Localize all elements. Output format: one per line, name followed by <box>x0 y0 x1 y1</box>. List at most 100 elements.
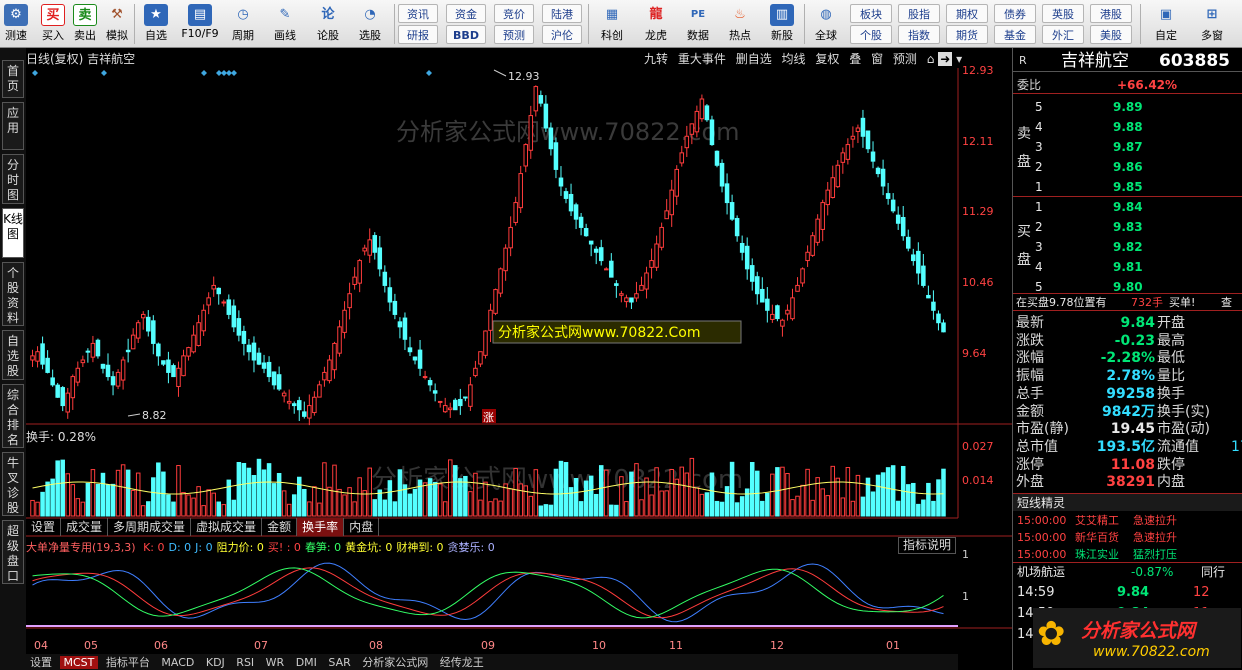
volume-bar[interactable] <box>614 504 619 517</box>
candle[interactable] <box>724 183 730 204</box>
volume-bar[interactable] <box>790 499 795 517</box>
volume-bar[interactable] <box>241 462 247 517</box>
simulate-button[interactable]: ⚒ 模拟 <box>102 2 132 46</box>
volume-bar[interactable] <box>523 485 529 517</box>
volume-bar[interactable] <box>276 473 282 517</box>
candle[interactable] <box>226 299 232 315</box>
funds2-link[interactable]: 基金 <box>994 25 1036 44</box>
candle[interactable] <box>317 384 322 398</box>
volume-bar[interactable] <box>649 494 654 517</box>
volume-bar[interactable] <box>156 462 161 517</box>
candle[interactable] <box>775 305 780 320</box>
discuss-button[interactable]: 论论股 <box>310 2 346 46</box>
remove-watchlist-button[interactable]: 删自选 <box>736 52 772 66</box>
tab-dragon-king[interactable]: 经传龙王 <box>436 656 488 669</box>
sell-level-row[interactable]: 1 9.85 <box>1013 178 1242 196</box>
candle[interactable] <box>332 342 337 371</box>
candle[interactable] <box>900 217 906 237</box>
candle[interactable] <box>427 380 433 386</box>
volume-bar[interactable] <box>508 488 513 517</box>
volume-bar[interactable] <box>312 486 317 517</box>
candle[interactable] <box>734 217 740 237</box>
options-link[interactable]: 期权 <box>946 4 988 23</box>
peers-link[interactable]: 同行 <box>1201 563 1225 581</box>
tab-home[interactable]: 首页 <box>2 60 24 98</box>
candle[interactable] <box>810 235 815 256</box>
overlay-button[interactable]: 叠 <box>849 52 861 66</box>
tab-rsi[interactable]: RSI <box>232 656 258 669</box>
volume-bar[interactable] <box>382 499 388 517</box>
volume-bar[interactable] <box>216 501 221 517</box>
tab-dmi[interactable]: DMI <box>292 656 321 669</box>
volume-bar[interactable] <box>503 483 508 517</box>
tab-indicator-platform[interactable]: 指标平台 <box>102 656 154 669</box>
candle[interactable] <box>855 127 861 132</box>
tab-settings[interactable]: 设置 <box>26 656 56 669</box>
candle[interactable] <box>135 322 141 339</box>
candle[interactable] <box>870 151 876 162</box>
tab-intraday[interactable]: 分时图 <box>2 154 24 204</box>
candle[interactable] <box>749 265 755 282</box>
candle[interactable] <box>45 357 50 373</box>
candle[interactable] <box>271 371 277 386</box>
candle[interactable] <box>246 344 252 353</box>
candle[interactable] <box>785 309 790 315</box>
tab-kline[interactable]: K线图 <box>2 208 24 258</box>
volume-bar[interactable] <box>483 481 488 517</box>
volume-bar[interactable] <box>724 486 730 517</box>
volume-bar[interactable] <box>518 483 523 517</box>
candle[interactable] <box>523 144 529 167</box>
volume-bar[interactable] <box>146 501 151 517</box>
candle[interactable] <box>714 150 720 166</box>
volume-bar[interactable] <box>473 472 478 517</box>
volume-bar[interactable] <box>125 469 131 517</box>
bonds-link[interactable]: 债券 <box>994 4 1036 23</box>
volume-bar[interactable] <box>266 463 272 517</box>
candle[interactable] <box>845 144 851 160</box>
volume-bar[interactable] <box>246 467 252 517</box>
volume-bar[interactable] <box>538 505 544 517</box>
candle[interactable] <box>276 374 282 390</box>
candle[interactable] <box>65 392 71 413</box>
candle[interactable] <box>664 210 669 220</box>
volume-bar[interactable] <box>583 480 589 517</box>
news-link[interactable]: 资讯 <box>398 4 438 23</box>
volume-bar[interactable] <box>528 495 534 517</box>
candle[interactable] <box>624 297 629 303</box>
candle[interactable] <box>916 250 921 274</box>
candle[interactable] <box>744 245 750 270</box>
major-events-button[interactable]: 重大事件 <box>678 52 726 66</box>
candle[interactable] <box>830 177 836 198</box>
customize-button[interactable]: ▣ 自定 <box>1146 2 1186 46</box>
stock-picker-button[interactable]: ◔ 选股 <box>350 2 390 46</box>
candle[interactable] <box>825 189 830 206</box>
candle[interactable] <box>780 319 785 327</box>
candle[interactable] <box>850 135 856 140</box>
volume-bar[interactable] <box>765 492 770 517</box>
volume-bar[interactable] <box>135 472 141 517</box>
candle[interactable] <box>221 301 227 304</box>
candle[interactable] <box>115 371 121 387</box>
candle[interactable] <box>719 162 725 187</box>
candle[interactable] <box>206 297 211 306</box>
volume-bar[interactable] <box>432 481 438 517</box>
volume-bar[interactable] <box>372 499 378 517</box>
candle[interactable] <box>357 260 362 284</box>
data-button[interactable]: PE 数据 <box>678 2 718 46</box>
candle[interactable] <box>679 152 685 164</box>
candle[interactable] <box>880 168 886 187</box>
forecast-link[interactable]: 预测 <box>494 25 534 44</box>
speed-test-button[interactable]: ⚙ 测速 <box>2 2 30 46</box>
candle[interactable] <box>553 142 559 170</box>
volume-bar[interactable] <box>744 488 750 517</box>
volume-bar[interactable] <box>30 499 35 517</box>
volume-bar[interactable] <box>719 501 725 517</box>
candle[interactable] <box>367 239 372 256</box>
candle[interactable] <box>453 399 458 411</box>
buy-level-row[interactable]: 3 9.82 <box>1013 238 1242 256</box>
candle[interactable] <box>598 247 604 262</box>
volume-bar[interactable] <box>352 501 357 517</box>
tab-super-level[interactable]: 超级盘口 <box>2 520 24 584</box>
volume-bar[interactable] <box>885 467 891 517</box>
volume-bar[interactable] <box>860 496 866 517</box>
